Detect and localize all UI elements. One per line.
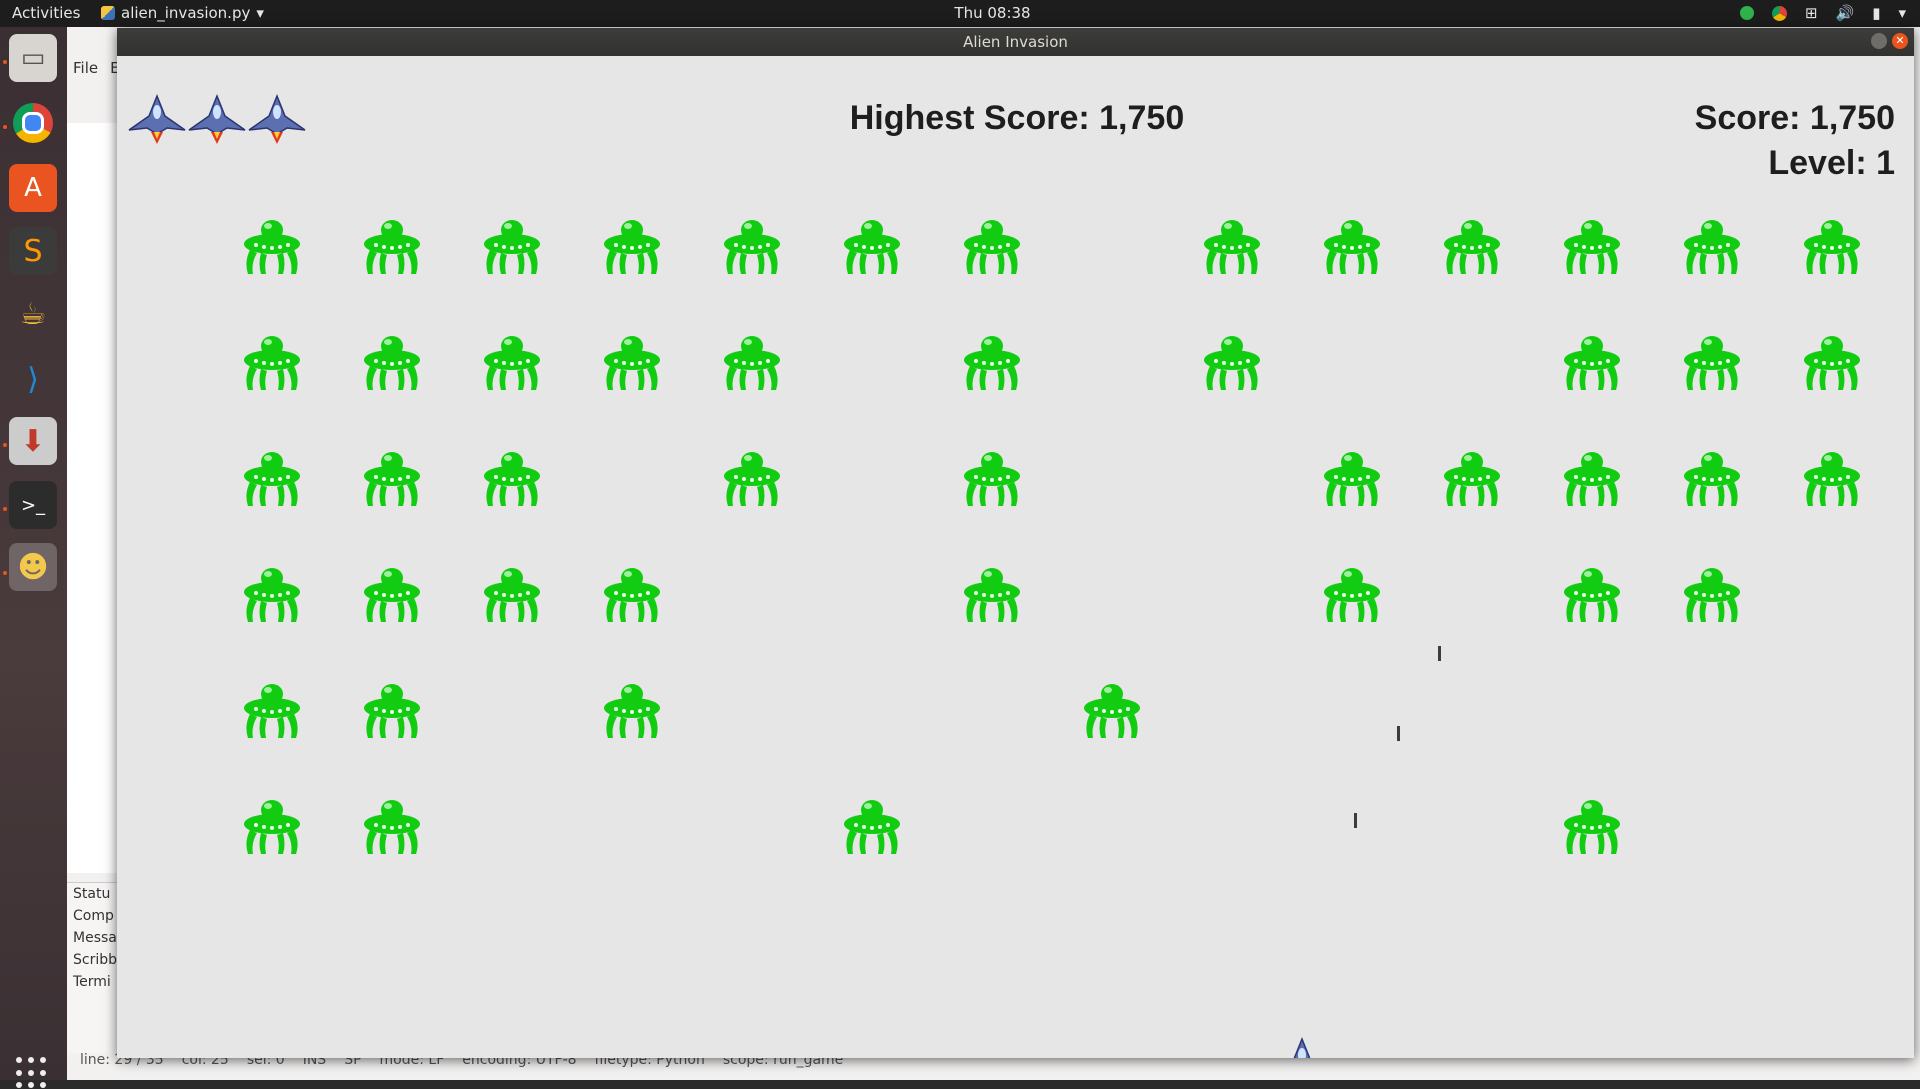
alien	[1324, 220, 1380, 274]
alien	[1564, 336, 1620, 390]
alien	[604, 568, 660, 622]
alien	[964, 336, 1020, 390]
alien	[484, 452, 540, 506]
running-indicator	[3, 60, 7, 64]
alien	[1204, 220, 1260, 274]
running-indicator	[3, 571, 7, 575]
game-canvas[interactable]: Highest Score: 1,750 Score: 1,750 Level:…	[117, 56, 1914, 1058]
alien	[1564, 800, 1620, 854]
alien	[1564, 452, 1620, 506]
symbol-sidebar[interactable]	[67, 123, 118, 873]
window-title-bar[interactable]: Alien Invasion ✕	[117, 28, 1914, 56]
software-center-icon[interactable]: A	[9, 164, 57, 212]
alien	[244, 684, 300, 738]
running-indicator	[3, 443, 7, 447]
alien	[724, 452, 780, 506]
alien	[724, 336, 780, 390]
alien	[364, 800, 420, 854]
installer-icon[interactable]: ⬇	[9, 417, 57, 465]
alien	[604, 684, 660, 738]
window-title: Alien Invasion	[963, 33, 1068, 51]
alien	[604, 220, 660, 274]
alien	[724, 220, 780, 274]
alien	[484, 568, 540, 622]
alien	[1324, 452, 1380, 506]
bullet	[1354, 813, 1357, 828]
alien	[1804, 220, 1860, 274]
alien	[364, 684, 420, 738]
alien	[1684, 568, 1740, 622]
score: Score: 1,750	[1694, 99, 1895, 137]
highest-score: Highest Score: 1,750	[849, 99, 1185, 137]
battery-icon[interactable]: ▮	[1872, 4, 1880, 22]
alien	[1804, 452, 1860, 506]
running-indicator	[3, 507, 7, 511]
geany-icon[interactable]: ☻	[9, 543, 57, 591]
vscode-icon[interactable]: ⟩	[9, 355, 57, 403]
alien	[1684, 452, 1740, 506]
alien	[1444, 452, 1500, 506]
bullet	[1438, 646, 1441, 661]
alien	[244, 568, 300, 622]
alien	[484, 336, 540, 390]
menu-file[interactable]: File	[73, 59, 98, 77]
system-tray[interactable]: ⊞ 🔊 ▮ ▾	[1739, 4, 1906, 22]
alien	[1204, 336, 1260, 390]
alien	[1564, 220, 1620, 274]
chrome-tray-icon[interactable]	[1771, 5, 1787, 21]
alien	[1084, 684, 1140, 738]
close-button[interactable]: ✕	[1892, 33, 1908, 49]
bullet	[1397, 726, 1400, 741]
alien	[484, 220, 540, 274]
alien	[1564, 568, 1620, 622]
alien	[964, 220, 1020, 274]
system-top-bar: Activities alien_invasion.py ▾ Thu 08:38…	[0, 0, 1920, 27]
minimize-button[interactable]	[1871, 33, 1887, 49]
status-dot-icon[interactable]	[1739, 6, 1754, 20]
editor-menu-bar: File E	[73, 59, 120, 77]
alien	[1684, 336, 1740, 390]
alien	[1804, 336, 1860, 390]
chrome-icon[interactable]	[9, 99, 57, 147]
alien	[604, 336, 660, 390]
chevron-down-icon[interactable]: ▾	[1898, 4, 1906, 22]
sublime-text-icon[interactable]: S	[9, 227, 57, 275]
alien	[364, 336, 420, 390]
alien	[844, 220, 900, 274]
teapot-icon[interactable]: ☕	[9, 290, 57, 338]
terminal-icon[interactable]: >_	[9, 481, 57, 529]
running-indicator	[3, 125, 7, 129]
level: Level: 1	[1768, 144, 1895, 182]
alien	[844, 800, 900, 854]
dock: ▭ A S ☕ ⟩ ⬇ >_ ☻	[0, 27, 67, 1089]
alien	[244, 452, 300, 506]
player-ship-icon	[1293, 1036, 1311, 1058]
alien	[364, 220, 420, 274]
alien	[244, 220, 300, 274]
alien	[964, 452, 1020, 506]
files-icon[interactable]: ▭	[9, 34, 57, 82]
alien	[244, 800, 300, 854]
alien	[1324, 568, 1380, 622]
alien	[364, 568, 420, 622]
alien	[964, 568, 1020, 622]
alien	[1684, 220, 1740, 274]
clock[interactable]: Thu 08:38	[0, 4, 1920, 22]
alien-invasion-window: Alien Invasion ✕ Highest Score: 1,750 Sc…	[117, 28, 1914, 1058]
alien	[1444, 220, 1500, 274]
alien	[244, 336, 300, 390]
volume-icon[interactable]: 🔊	[1836, 4, 1855, 22]
network-icon[interactable]: ⊞	[1805, 4, 1818, 22]
alien	[364, 452, 420, 506]
show-applications-icon[interactable]	[16, 1057, 48, 1089]
